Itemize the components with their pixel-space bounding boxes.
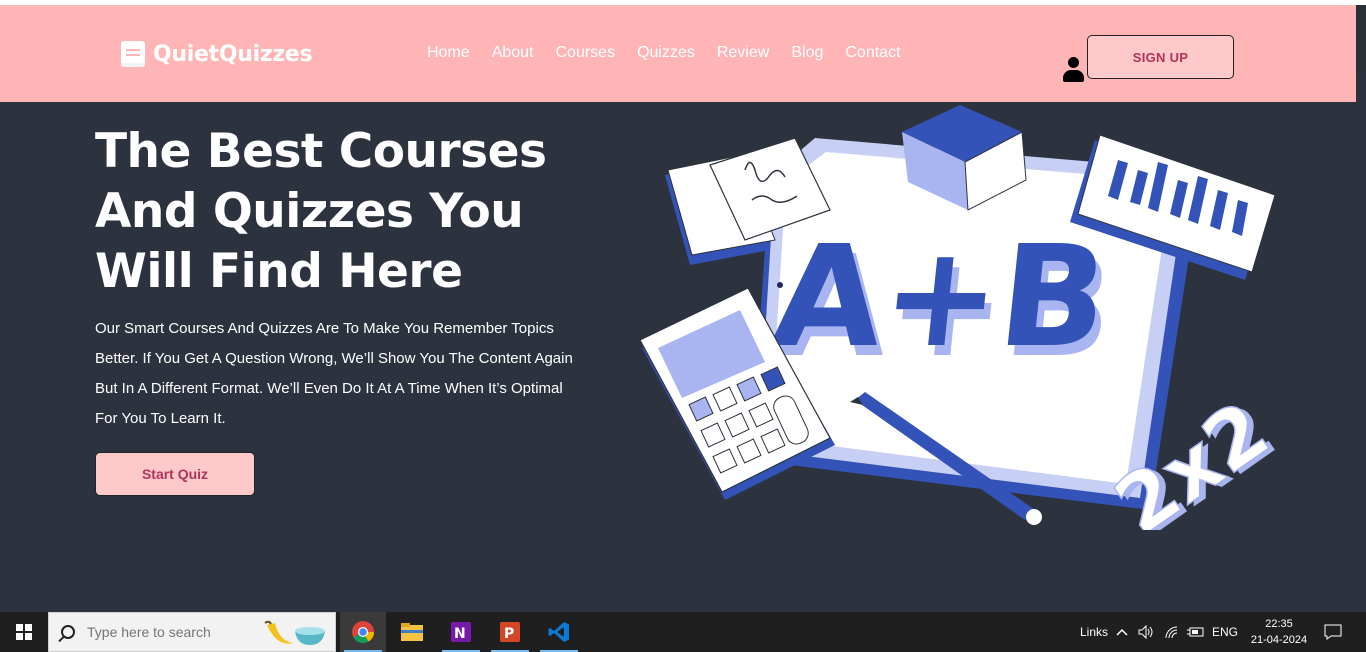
svg-text:N: N	[454, 626, 466, 642]
windows-taskbar: N P Links ENG 22:35 21-04-2024	[0, 612, 1366, 652]
book-icon	[121, 41, 145, 67]
start-quiz-button[interactable]: Start Quiz	[95, 452, 255, 496]
tray-links-label: Links	[1080, 625, 1109, 639]
brand-name: QuietQuizzes	[153, 41, 313, 67]
nav-home[interactable]: Home	[427, 44, 470, 62]
taskbar-search[interactable]	[48, 612, 336, 652]
nav-review[interactable]: Review	[717, 44, 769, 62]
taskbar-clock[interactable]: 22:35 21-04-2024	[1244, 616, 1314, 648]
chrome-icon	[352, 621, 374, 643]
hero-illustration: A+B A+B 2x2 2x2	[639, 105, 1290, 530]
svg-text:P: P	[504, 626, 514, 642]
scrollbar-thumb[interactable]	[1356, 5, 1366, 73]
hero-title-line: Will Find Here	[95, 244, 463, 299]
powerpoint-taskbar-button[interactable]: P	[487, 612, 533, 652]
hero-description-line: Our Smart Courses And Quizzes Are To Mak…	[95, 320, 554, 337]
svg-text:A+B: A+B	[766, 216, 1115, 379]
file-explorer-taskbar-button[interactable]	[389, 612, 435, 652]
clock-time: 22:35	[1265, 618, 1293, 630]
taskbar-search-input[interactable]	[87, 624, 247, 640]
a-plus-b-letters: A+B A+B	[766, 216, 1121, 389]
file-explorer-icon	[401, 623, 423, 641]
tray-chevron-up-icon[interactable]	[1116, 612, 1128, 652]
search-highlight-icon	[264, 620, 325, 645]
nav-courses[interactable]: Courses	[556, 44, 616, 62]
nav-contact[interactable]: Contact	[845, 44, 900, 62]
tray-links[interactable]: Links	[1080, 612, 1108, 652]
signup-button[interactable]: SIGN UP	[1087, 35, 1234, 79]
hero-description-line: But In A Different Format. We’ll Even Do…	[95, 380, 563, 397]
onenote-taskbar-button[interactable]: N	[438, 612, 484, 652]
hero-title: The Best Courses And Quizzes You Will Fi…	[95, 122, 615, 302]
chrome-taskbar-button[interactable]	[340, 612, 386, 652]
nav-quizzes[interactable]: Quizzes	[637, 44, 695, 62]
onenote-icon: N	[451, 622, 471, 642]
hero-title-line: And Quizzes You	[95, 184, 524, 239]
main-nav: Home About Courses Quizzes Review Blog C…	[427, 44, 901, 62]
search-icon	[61, 625, 75, 639]
language-indicator[interactable]: ENG	[1212, 612, 1238, 652]
hero-description-line: Better. If You Get A Question Wrong, We’…	[95, 350, 573, 367]
windows-start-icon[interactable]	[0, 612, 48, 652]
hero-description-line: For You To Learn It.	[95, 410, 226, 427]
vscode-taskbar-button[interactable]	[536, 612, 582, 652]
user-icon[interactable]	[1062, 57, 1084, 83]
nav-about[interactable]: About	[492, 44, 534, 62]
battery-icon[interactable]	[1187, 612, 1205, 652]
wifi-icon[interactable]	[1164, 612, 1180, 652]
hero-description: Our Smart Courses And Quizzes Are To Mak…	[95, 314, 615, 434]
brand-logo[interactable]: QuietQuizzes	[121, 41, 313, 67]
powerpoint-icon: P	[500, 622, 520, 642]
hero-title-line: The Best Courses	[95, 124, 547, 179]
vscode-icon	[548, 622, 569, 642]
nav-blog[interactable]: Blog	[791, 44, 823, 62]
language-label: ENG	[1212, 625, 1239, 639]
clock-date: 21-04-2024	[1250, 634, 1308, 646]
volume-icon[interactable]	[1138, 612, 1154, 652]
notifications-icon[interactable]	[1324, 612, 1342, 652]
